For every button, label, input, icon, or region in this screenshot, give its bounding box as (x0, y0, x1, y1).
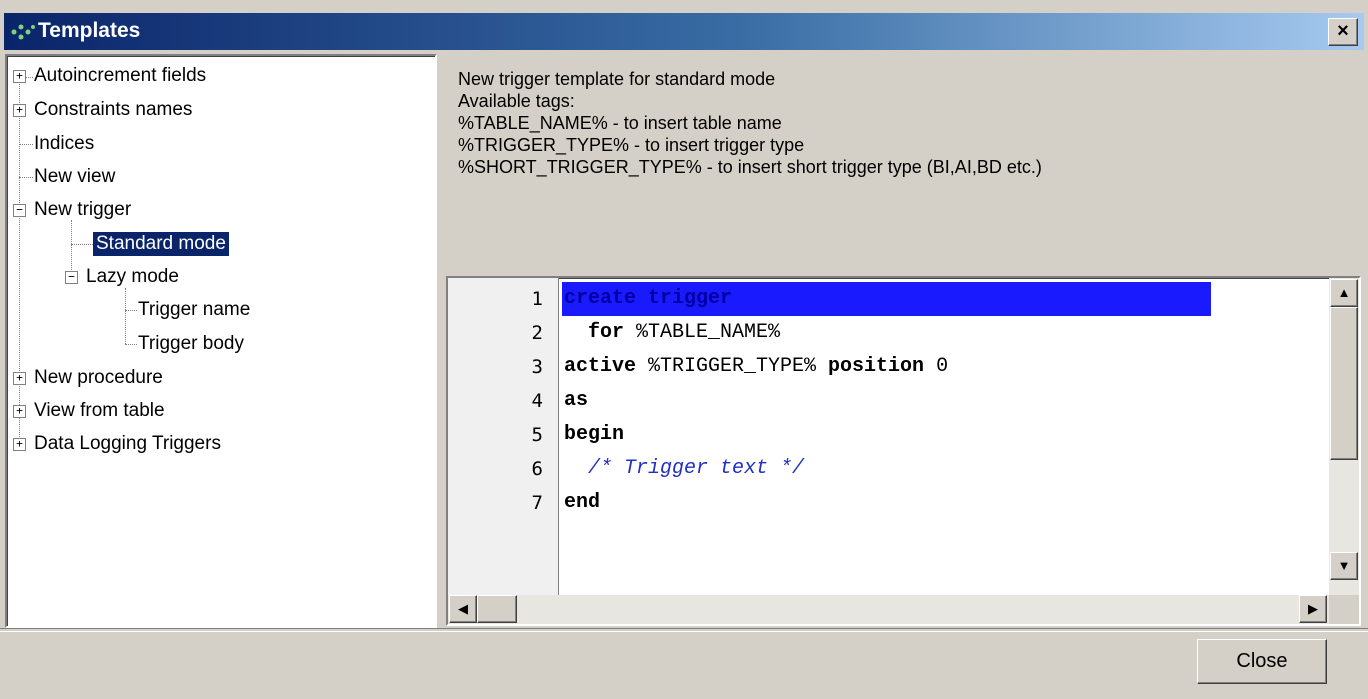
line-number: 4 (531, 390, 543, 412)
code-line[interactable]: /* Trigger text */ (564, 452, 804, 486)
code-line[interactable]: for %TABLE_NAME% (564, 316, 780, 350)
code-keyword: create trigger (564, 287, 733, 310)
scrollbar-corner (1329, 595, 1359, 624)
line-number: 3 (531, 356, 543, 378)
template-description: New trigger template for standard mode A… (444, 56, 1364, 270)
code-line-selected[interactable]: create trigger %TABLE_NAME%_%SHORT_TRIGG… (562, 282, 1211, 316)
tree-connector (125, 288, 126, 344)
description-line: Available tags: (458, 91, 575, 111)
line-number-gutter: 1 2 3 4 5 6 7 (448, 278, 559, 595)
tree-item-new-trigger[interactable]: New trigger (31, 198, 134, 222)
tree-item-constraints-names[interactable]: Constraints names (31, 98, 195, 122)
title-bar[interactable]: Templates × (4, 13, 1364, 50)
collapse-icon[interactable]: − (13, 204, 26, 217)
app-icon (11, 24, 35, 40)
horizontal-scroll-thumb[interactable] (477, 595, 517, 623)
tree-connector (71, 244, 93, 245)
tree-item-view-from-table[interactable]: View from table (31, 399, 168, 423)
expand-icon[interactable]: + (13, 104, 26, 117)
tree-item-data-logging-triggers[interactable]: Data Logging Triggers (31, 432, 224, 456)
line-number: 5 (531, 424, 543, 446)
tree-item-trigger-body[interactable]: Trigger body (135, 332, 247, 356)
tree-item-standard-mode[interactable]: Standard mode (93, 232, 229, 256)
divider (0, 628, 1368, 632)
code-keyword: active (564, 355, 637, 378)
description-line: %TRIGGER_TYPE% - to insert trigger type (458, 135, 805, 155)
code-keyword: begin (564, 423, 625, 446)
code-text: %TRIGGER_TYPE% (636, 355, 829, 378)
code-line[interactable]: end (564, 486, 600, 520)
code-line[interactable]: as (564, 384, 588, 418)
collapse-icon[interactable]: − (65, 271, 78, 284)
code-comment: /* Trigger text */ (588, 457, 805, 480)
code-line[interactable]: active %TRIGGER_TYPE% position 0 (564, 350, 948, 384)
tree-item-indices[interactable]: Indices (31, 132, 97, 156)
panel-splitter[interactable] (437, 54, 443, 628)
expand-icon[interactable]: + (13, 70, 26, 83)
expand-icon[interactable]: + (13, 405, 26, 418)
vertical-scrollbar[interactable]: ▲ ▼ (1329, 278, 1359, 595)
scroll-up-icon[interactable]: ▲ (1330, 279, 1358, 307)
close-icon[interactable]: × (1328, 18, 1358, 46)
horizontal-scrollbar[interactable]: ◀ ▶ (448, 595, 1329, 624)
scroll-right-icon[interactable]: ▶ (1299, 595, 1327, 623)
tree-item-new-procedure[interactable]: New procedure (31, 366, 166, 390)
code-line[interactable]: begin (564, 418, 624, 452)
line-number: 1 (531, 288, 543, 310)
code-keyword: for (588, 321, 625, 344)
description-line: New trigger template for standard mode (458, 69, 776, 89)
tree-item-new-view[interactable]: New view (31, 165, 118, 189)
code-text: %TABLE_NAME% (624, 321, 781, 344)
tree-item-autoincrement-fields[interactable]: Autoincrement fields (31, 64, 209, 88)
code-text: 0 (924, 355, 949, 378)
line-number: 2 (531, 322, 543, 344)
code-keyword: as (564, 389, 589, 412)
scroll-down-icon[interactable]: ▼ (1330, 552, 1358, 580)
tree-connector (19, 70, 20, 445)
code-keyword: end (564, 491, 601, 514)
code-editor[interactable]: 1 2 3 4 5 6 7 create trigger %TABLE_NAME… (446, 276, 1361, 626)
code-keyword: position (828, 355, 925, 378)
templates-window: Templates × + Autoincrement fields + Con… (0, 0, 1368, 699)
window-title: Templates (38, 19, 141, 42)
description-line: %SHORT_TRIGGER_TYPE% - to insert short t… (458, 157, 1042, 177)
template-tree[interactable]: + Autoincrement fields + Constraints nam… (5, 54, 437, 628)
description-line: %TABLE_NAME% - to insert table name (458, 113, 782, 133)
vertical-scroll-thumb[interactable] (1330, 307, 1358, 460)
code-text: %TABLE_NAME%_%SHORT_TRIGGER_TY (732, 287, 1105, 310)
expand-icon[interactable]: + (13, 372, 26, 385)
expand-icon[interactable]: + (13, 438, 26, 451)
tree-item-lazy-mode[interactable]: Lazy mode (83, 265, 182, 289)
close-button[interactable]: Close (1197, 639, 1327, 684)
line-number: 7 (531, 492, 543, 514)
scroll-left-icon[interactable]: ◀ (449, 595, 477, 623)
line-number: 6 (531, 458, 543, 480)
tree-item-trigger-name[interactable]: Trigger name (135, 298, 253, 322)
